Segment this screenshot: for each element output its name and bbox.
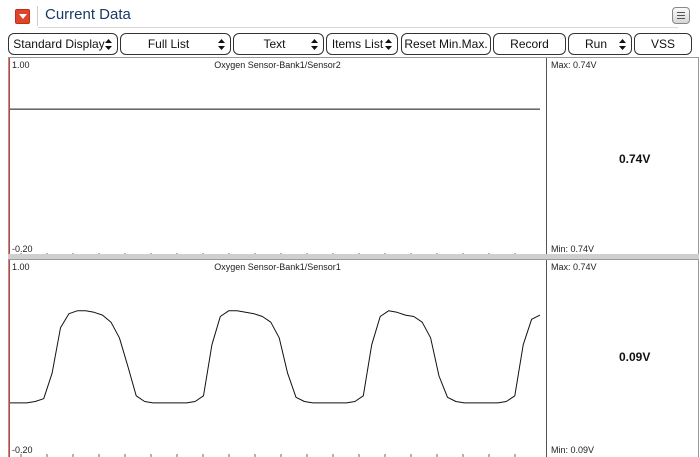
y-min-label: -0.20: [12, 244, 33, 254]
up-down-caret-icon: [105, 39, 112, 50]
window-menu-button[interactable]: [672, 7, 690, 24]
max-label: Max: 0.74V: [551, 262, 597, 272]
items-list-dropdown[interactable]: Items List: [326, 33, 398, 55]
record-label: Record: [510, 37, 549, 51]
vss-label: VSS: [650, 37, 675, 51]
text-dropdown[interactable]: Text: [233, 33, 324, 55]
reset-min-max-button[interactable]: Reset Min.Max.: [401, 33, 491, 55]
sensor-series-line: [10, 310, 541, 404]
standard-display-label: Standard Display: [13, 37, 105, 51]
run-label: Run: [584, 37, 607, 51]
items-list-label: Items List: [331, 37, 384, 51]
menu-icon: [677, 12, 685, 13]
menu-icon-line: [677, 15, 685, 16]
graph-divider: [546, 260, 547, 457]
min-label: Min: 0.09V: [551, 445, 595, 455]
reset-min-max-label: Reset Min.Max.: [404, 37, 488, 51]
y-min-label: -0.20: [12, 445, 33, 455]
run-dropdown[interactable]: Run: [568, 33, 632, 55]
up-down-caret-icon: [311, 39, 318, 50]
graph-pane-sensor2[interactable]: 1.00 -0.20 Oxygen Sensor-Bank1/Sensor2 M…: [8, 57, 699, 257]
current-value-readout: 0.74V: [619, 152, 651, 166]
full-list-label: Full List: [147, 37, 190, 51]
graph-plot-sensor2: [9, 58, 546, 257]
toolbar: Standard Display Full List Text Items Li…: [0, 32, 700, 56]
graph-title: Oxygen Sensor-Bank1/Sensor1: [214, 262, 341, 272]
graph-title: Oxygen Sensor-Bank1/Sensor2: [214, 60, 341, 70]
title-underline: [38, 27, 678, 28]
menu-icon-line: [677, 18, 685, 19]
window-title: Current Data: [45, 6, 131, 23]
min-label: Min: 0.74V: [551, 244, 595, 254]
up-down-caret-icon: [218, 39, 225, 50]
title-bar: Current Data: [0, 0, 700, 31]
graph-pane-sensor1[interactable]: 1.00 -0.20 Oxygen Sensor-Bank1/Sensor1 M…: [8, 259, 699, 457]
full-list-dropdown[interactable]: Full List: [120, 33, 231, 55]
text-label: Text: [263, 37, 286, 51]
record-button[interactable]: Record: [493, 33, 566, 55]
up-down-caret-icon: [385, 39, 392, 50]
standard-display-dropdown[interactable]: Standard Display: [8, 33, 118, 55]
up-down-caret-icon: [619, 39, 626, 50]
graph-plot-sensor1: [9, 260, 541, 457]
vss-button[interactable]: VSS: [634, 33, 692, 55]
graph-divider: [546, 58, 547, 257]
current-data-window: Current Data Standard Display Full List …: [0, 0, 700, 457]
chevron-down-icon: [19, 14, 27, 19]
max-label: Max: 0.74V: [551, 60, 597, 70]
collapse-button[interactable]: [15, 9, 30, 24]
current-value-readout: 0.09V: [619, 350, 651, 364]
title-separator: [37, 6, 38, 26]
